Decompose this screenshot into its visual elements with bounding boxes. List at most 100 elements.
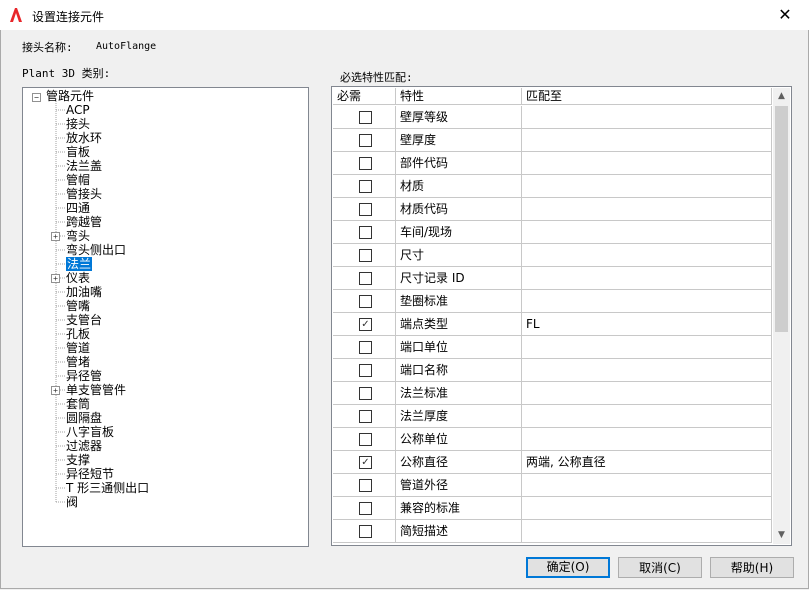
match-to-cell[interactable] — [522, 152, 772, 175]
match-to-cell[interactable] — [522, 497, 772, 520]
tree-item[interactable]: 阀 — [66, 495, 78, 509]
required-checkbox[interactable] — [359, 341, 372, 354]
table-row[interactable]: 车间/现场 — [333, 221, 772, 244]
required-checkbox[interactable] — [359, 525, 372, 538]
tree-item[interactable]: 支管台 — [66, 313, 102, 327]
help-button[interactable]: 帮助(H) — [710, 557, 794, 578]
table-row[interactable]: ✓ 公称直径 两端, 公称直径 — [333, 451, 772, 474]
match-to-cell[interactable] — [522, 382, 772, 405]
required-checkbox[interactable] — [359, 433, 372, 446]
required-checkbox[interactable] — [359, 364, 372, 377]
tree-item[interactable]: 套筒 — [66, 397, 90, 411]
tree-item[interactable]: 管堵 — [66, 355, 90, 369]
required-checkbox[interactable] — [359, 387, 372, 400]
tree-item[interactable]: 异径管 — [66, 369, 102, 383]
tree-item[interactable]: 异径短节 — [66, 467, 114, 481]
tree-item[interactable]: 八字盲板 — [66, 425, 114, 439]
tree-item[interactable]: 管接头 — [66, 187, 102, 201]
tree-item[interactable]: 法兰 — [66, 257, 93, 271]
match-to-cell[interactable]: FL — [522, 313, 772, 336]
required-checkbox[interactable] — [359, 134, 372, 147]
match-to-cell[interactable] — [522, 520, 772, 543]
tree-item[interactable]: 支撑 — [66, 453, 90, 467]
table-row[interactable]: 壁厚等级 — [333, 106, 772, 129]
property-match-grid[interactable]: 必需 特性 匹配至 壁厚等级 壁厚度 部件代码 材质 材质代码 车间/现场 尺寸 尺寸记录 I… — [331, 86, 792, 546]
column-header-match-to[interactable]: 匹配至 — [522, 88, 772, 105]
table-row[interactable]: 端口名称 — [333, 359, 772, 382]
tree-item[interactable]: 弯头侧出口 — [66, 243, 126, 257]
match-to-cell[interactable] — [522, 198, 772, 221]
required-checkbox[interactable] — [359, 111, 372, 124]
required-checkbox[interactable] — [359, 410, 372, 423]
ok-button[interactable]: 确定(O) — [526, 557, 610, 578]
table-row[interactable]: 尺寸记录 ID — [333, 267, 772, 290]
cancel-button[interactable]: 取消(C) — [618, 557, 702, 578]
match-to-cell[interactable] — [522, 405, 772, 428]
required-checkbox[interactable] — [359, 272, 372, 285]
tree-item[interactable]: 管帽 — [66, 173, 90, 187]
match-to-cell[interactable] — [522, 290, 772, 313]
tree-item[interactable]: 弯头 — [66, 229, 90, 243]
required-checkbox[interactable] — [359, 479, 372, 492]
table-row[interactable]: 部件代码 — [333, 152, 772, 175]
match-to-cell[interactable] — [522, 428, 772, 451]
required-checkbox[interactable] — [359, 203, 372, 216]
scroll-down-arrow-icon[interactable]: ▼ — [773, 527, 790, 544]
table-row[interactable]: 公称单位 — [333, 428, 772, 451]
tree-item[interactable]: 圆隔盘 — [66, 411, 102, 425]
scroll-thumb[interactable] — [775, 106, 788, 332]
tree-item[interactable]: 管道 — [66, 341, 90, 355]
scroll-up-arrow-icon[interactable]: ▲ — [773, 88, 790, 105]
required-checkbox[interactable] — [359, 157, 372, 170]
match-to-cell[interactable] — [522, 359, 772, 382]
collapse-toggle[interactable]: − — [32, 93, 41, 102]
table-row[interactable]: 管道外径 — [333, 474, 772, 497]
required-checkbox[interactable] — [359, 180, 372, 193]
expand-toggle[interactable]: + — [51, 386, 60, 395]
table-row[interactable]: 简短描述 — [333, 520, 772, 543]
tree-item[interactable]: 跨越管 — [66, 215, 102, 229]
table-row[interactable]: 法兰标准 — [333, 382, 772, 405]
tree-item[interactable]: 加油嘴 — [66, 285, 102, 299]
table-row[interactable]: ✓ 端点类型 FL — [333, 313, 772, 336]
tree-item[interactable]: ACP — [66, 103, 90, 117]
table-row[interactable]: 垫圈标准 — [333, 290, 772, 313]
tree-item[interactable]: 仪表 — [66, 271, 90, 285]
column-header-property[interactable]: 特性 — [396, 88, 522, 105]
required-checkbox[interactable]: ✓ — [359, 456, 372, 469]
tree-item[interactable]: 四通 — [66, 201, 90, 215]
tree-item[interactable]: 法兰盖 — [66, 159, 102, 173]
required-checkbox[interactable] — [359, 295, 372, 308]
table-row[interactable]: 法兰厚度 — [333, 405, 772, 428]
vertical-scrollbar[interactable]: ▲ ▼ — [773, 88, 790, 544]
match-to-cell[interactable] — [522, 474, 772, 497]
tree-item[interactable]: 孔板 — [66, 327, 90, 341]
match-to-cell[interactable] — [522, 336, 772, 359]
expand-toggle[interactable]: + — [51, 274, 60, 283]
match-to-cell[interactable]: 两端, 公称直径 — [522, 451, 772, 474]
tree-item[interactable]: 放水环 — [66, 131, 102, 145]
table-row[interactable]: 材质 — [333, 175, 772, 198]
tree-root-item[interactable]: 管路元件 — [46, 89, 94, 103]
table-row[interactable]: 端口单位 — [333, 336, 772, 359]
required-checkbox[interactable] — [359, 502, 372, 515]
table-row[interactable]: 尺寸 — [333, 244, 772, 267]
tree-item[interactable]: 管嘴 — [66, 299, 90, 313]
tree-item[interactable]: T 形三通侧出口 — [66, 481, 149, 495]
table-row[interactable]: 兼容的标准 — [333, 497, 772, 520]
tree-item[interactable]: 单支管管件 — [66, 383, 126, 397]
match-to-cell[interactable] — [522, 244, 772, 267]
match-to-cell[interactable] — [522, 221, 772, 244]
category-tree[interactable]: − 管路元件 ACP 接头 放水环 盲板 法兰盖 管帽 管接头 四通 跨越管 弯头 + 弯头侧出口 法兰… — [22, 87, 309, 547]
tree-item[interactable]: 接头 — [66, 117, 90, 131]
match-to-cell[interactable] — [522, 106, 772, 129]
table-row[interactable]: 材质代码 — [333, 198, 772, 221]
tree-item[interactable]: 盲板 — [66, 145, 90, 159]
column-header-required[interactable]: 必需 — [333, 88, 396, 105]
table-row[interactable]: 壁厚度 — [333, 129, 772, 152]
tree-item[interactable]: 过滤器 — [66, 439, 102, 453]
match-to-cell[interactable] — [522, 267, 772, 290]
required-checkbox[interactable] — [359, 249, 372, 262]
expand-toggle[interactable]: + — [51, 232, 60, 241]
match-to-cell[interactable] — [522, 175, 772, 198]
